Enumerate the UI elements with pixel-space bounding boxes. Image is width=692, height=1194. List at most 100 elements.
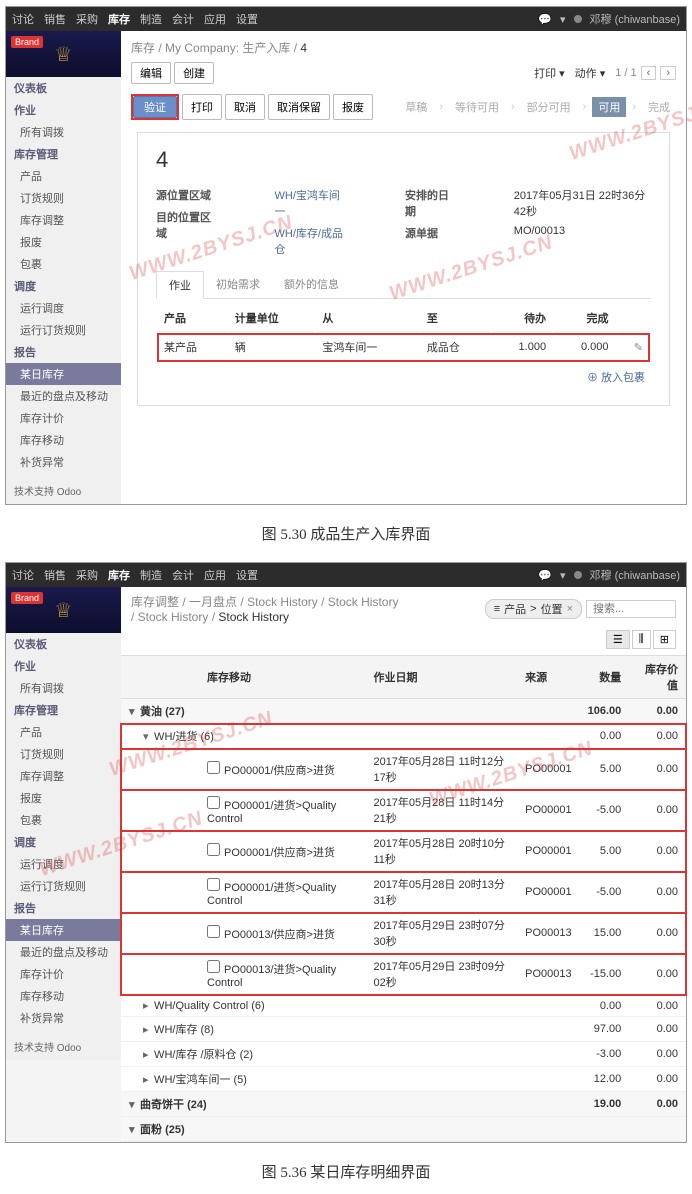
topbar-right: 💬 ▾ 邓穆 (chiwanbase) [538,11,680,27]
nav-item[interactable]: 会计 [172,567,194,583]
row-checkbox[interactable] [207,878,220,891]
sidebar-item[interactable]: 最近的盘点及移动 [6,941,121,963]
sidebar-item[interactable]: 报废 [6,787,121,809]
search-input[interactable] [586,600,676,618]
chart-view-button[interactable]: ⫼ [632,630,651,649]
validate-button[interactable]: 验证 [133,96,177,118]
nav-item[interactable]: 销售 [44,11,66,27]
nav-item[interactable]: 讨论 [12,11,34,27]
row-checkbox[interactable] [207,925,220,938]
abandon-button[interactable]: 取消保留 [268,94,330,120]
sidebar-item[interactable]: 库存调整 [6,209,121,231]
sidebar-item[interactable]: 库存移动 [6,429,121,451]
sidebar-item[interactable]: 包裹 [6,809,121,831]
sidebar-item[interactable]: 包裹 [6,253,121,275]
avatar[interactable] [574,571,582,579]
table-row[interactable]: ▾ 面粉 (25) [121,1117,686,1142]
sidebar-item[interactable]: 运行调度 [6,297,121,319]
sidebar-item[interactable]: 补货异常 [6,1007,121,1029]
table-row[interactable]: ▾ 黄油 (27)106.000.00 [121,699,686,724]
sidebar-group: 作业 [6,99,121,121]
sidebar-item[interactable]: 所有调拨 [6,121,121,143]
nav-item[interactable]: 制造 [140,11,162,27]
table-row[interactable]: ▸ WH/Quality Control (6)0.000.00 [121,995,686,1017]
row-checkbox[interactable] [207,960,220,973]
groupby-pill[interactable]: ≡ 产品 > 位置 × [485,599,582,619]
sidebar-item[interactable]: 产品 [6,165,121,187]
nav-item[interactable]: 销售 [44,567,66,583]
sidebar-item[interactable]: 库存移动 [6,985,121,1007]
nav-item[interactable]: 设置 [236,11,258,27]
edit-button[interactable]: 编辑 [131,62,171,84]
prev-button[interactable]: ‹ [641,66,657,80]
chat-icon[interactable]: 💬 [538,569,552,582]
sidebar-item[interactable]: 所有调拨 [6,677,121,699]
table-row[interactable]: PO00001/供应商>进货2017年05月28日 11时12分17秒PO000… [121,749,686,790]
create-button[interactable]: 创建 [174,62,214,84]
sidebar-item[interactable]: 某日库存 [6,919,121,941]
table-row[interactable]: ▾ WH/进货 (6)0.000.00 [121,724,686,749]
cancel-button[interactable]: 取消 [225,94,265,120]
sidebar-item[interactable]: 库存计价 [6,407,121,429]
sidebar-item[interactable]: 产品 [6,721,121,743]
nav-item[interactable]: 设置 [236,567,258,583]
sidebar-item[interactable]: 某日库存 [6,363,121,385]
remove-filter-icon[interactable]: × [567,603,573,615]
sidebar-item[interactable]: 订货规则 [6,743,121,765]
nav-item[interactable]: 库存 [108,11,130,27]
scrap-button[interactable]: 报废 [333,94,373,120]
table-row[interactable]: ▸ WH/库存 /原料仓 (2)-3.000.00 [121,1042,686,1067]
table-row[interactable]: ▸ WH/宝鸿车间一 (5)12.000.00 [121,1067,686,1092]
table-row[interactable]: ▸ WH/库存 (8)97.000.00 [121,1017,686,1042]
table-row[interactable]: ▾ 曲奇饼干 (24)19.000.00 [121,1092,686,1117]
sidebar-item[interactable]: 运行调度 [6,853,121,875]
table-row[interactable]: 某产品 辆 宝鸿车间一 成品仓 1.000 0.000 ✎ [158,334,649,361]
content: 库存 / My Company: 生产入库 / 4 编辑 创建 打印 ▾ 动作 … [121,31,686,504]
sidebar-item[interactable]: 运行订货规则 [6,875,121,897]
edit-row-icon[interactable]: ✎ [634,342,643,354]
sidebar-footer[interactable]: 技术支持 Odoo [6,1033,121,1060]
sidebar-footer[interactable]: 技术支持 Odoo [6,477,121,504]
add-package-link[interactable]: ⊕ 放入包裹 [587,372,645,384]
table-row[interactable]: PO00013/供应商>进货2017年05月29日 23时07分30秒PO000… [121,913,686,954]
user-label[interactable]: 邓穆 (chiwanbase) [590,567,680,583]
table-row[interactable]: PO00001/供应商>进货2017年05月28日 20时10分11秒PO000… [121,831,686,872]
pager: 1 / 1 ‹ › [615,66,676,80]
table-row[interactable]: PO00013/进货>Quality Control2017年05月29日 23… [121,954,686,995]
table-row[interactable]: PO00001/进货>Quality Control2017年05月28日 20… [121,872,686,913]
print2-button[interactable]: 打印 [182,94,222,120]
nav-item[interactable]: 会计 [172,11,194,27]
nav-item[interactable]: 库存 [108,567,130,583]
row-checkbox[interactable] [207,796,220,809]
row-checkbox[interactable] [207,761,220,774]
chat-icon[interactable]: 💬 [538,13,552,26]
sidebar-item[interactable]: 最近的盘点及移动 [6,385,121,407]
caret-icon[interactable]: ▾ [560,569,566,582]
topbar: 讨论销售采购库存制造会计应用设置 💬 ▾ 邓穆 (chiwanbase) [6,563,686,587]
tab-initial[interactable]: 初始需求 [204,271,272,298]
caret-icon[interactable]: ▾ [560,13,566,26]
sidebar-item[interactable]: 库存计价 [6,963,121,985]
sidebar-item[interactable]: 补货异常 [6,451,121,473]
breadcrumb: 库存调整 / 一月盘点 / Stock History / Stock Hist… [131,593,398,624]
next-button[interactable]: › [660,66,676,80]
screenshot-2: 讨论销售采购库存制造会计应用设置 💬 ▾ 邓穆 (chiwanbase) Bra… [5,562,687,1143]
table-row[interactable]: PO00001/进货>Quality Control2017年05月28日 11… [121,790,686,831]
sidebar-item[interactable]: 报废 [6,231,121,253]
nav-item[interactable]: 应用 [204,11,226,27]
user-label[interactable]: 邓穆 (chiwanbase) [590,11,680,27]
list-view-button[interactable]: ☰ [606,630,630,649]
nav-item[interactable]: 制造 [140,567,162,583]
row-checkbox[interactable] [207,843,220,856]
nav-item[interactable]: 采购 [76,11,98,27]
nav-item[interactable]: 讨论 [12,567,34,583]
tab-ops[interactable]: 作业 [156,271,204,299]
sidebar-item[interactable]: 运行订货规则 [6,319,121,341]
nav-item[interactable]: 应用 [204,567,226,583]
pivot-view-button[interactable]: ⊞ [653,630,676,649]
sidebar-item[interactable]: 订货规则 [6,187,121,209]
sidebar-item[interactable]: 库存调整 [6,765,121,787]
tab-extra[interactable]: 额外的信息 [272,271,351,298]
nav-item[interactable]: 采购 [76,567,98,583]
avatar[interactable] [574,15,582,23]
